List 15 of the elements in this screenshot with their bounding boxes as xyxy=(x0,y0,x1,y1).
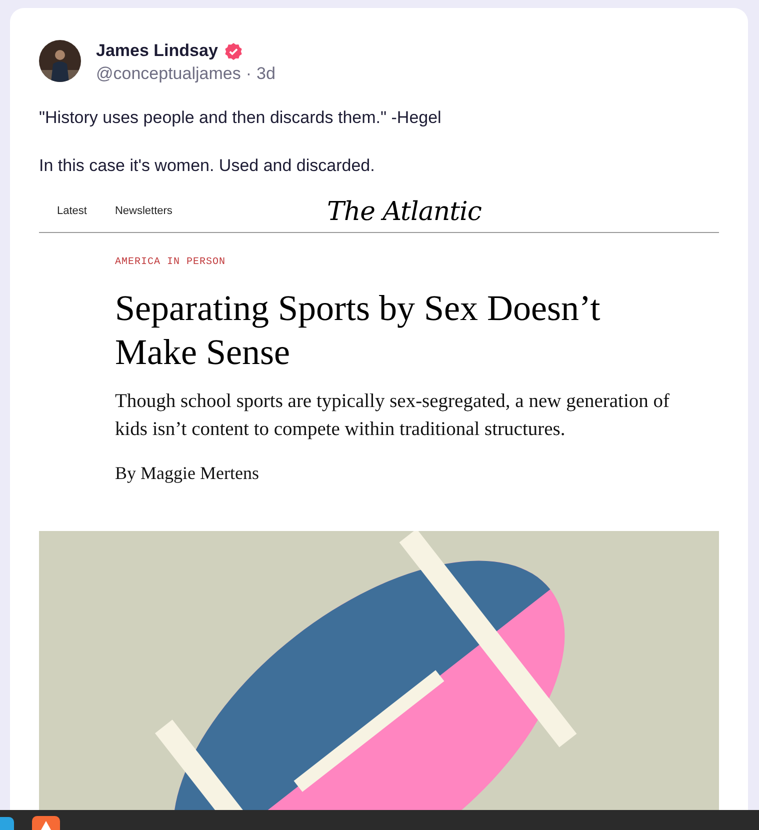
post-text: "History uses people and then discards them." -Hegel xyxy=(39,107,442,129)
article-summary: Though school sports are typically sex-segregated, a new generation of kids isn’t content to compete within traditional structures. xyxy=(115,390,670,442)
post-text: In this case it's women. Used and discarded. xyxy=(39,155,376,177)
separator-dot: · xyxy=(246,63,252,85)
author-name[interactable]: James Lindsay xyxy=(96,40,218,62)
app-icon[interactable] xyxy=(32,816,60,830)
site-logo[interactable]: The Atlantic xyxy=(327,193,482,232)
avatar[interactable] xyxy=(39,40,81,82)
article-kicker[interactable]: AMERICA IN PERSON xyxy=(115,255,689,270)
article-headline: Separating Sports by Sex Doesn’t Make Sense xyxy=(115,287,602,374)
nav-link[interactable]: Newsletters xyxy=(114,203,172,220)
user-handle[interactable]: @conceptualjames xyxy=(96,62,241,86)
article-byline: By Maggie Mertens xyxy=(115,462,260,485)
nav-link[interactable]: Latest xyxy=(57,203,87,220)
post-time[interactable]: 3d xyxy=(256,62,276,86)
